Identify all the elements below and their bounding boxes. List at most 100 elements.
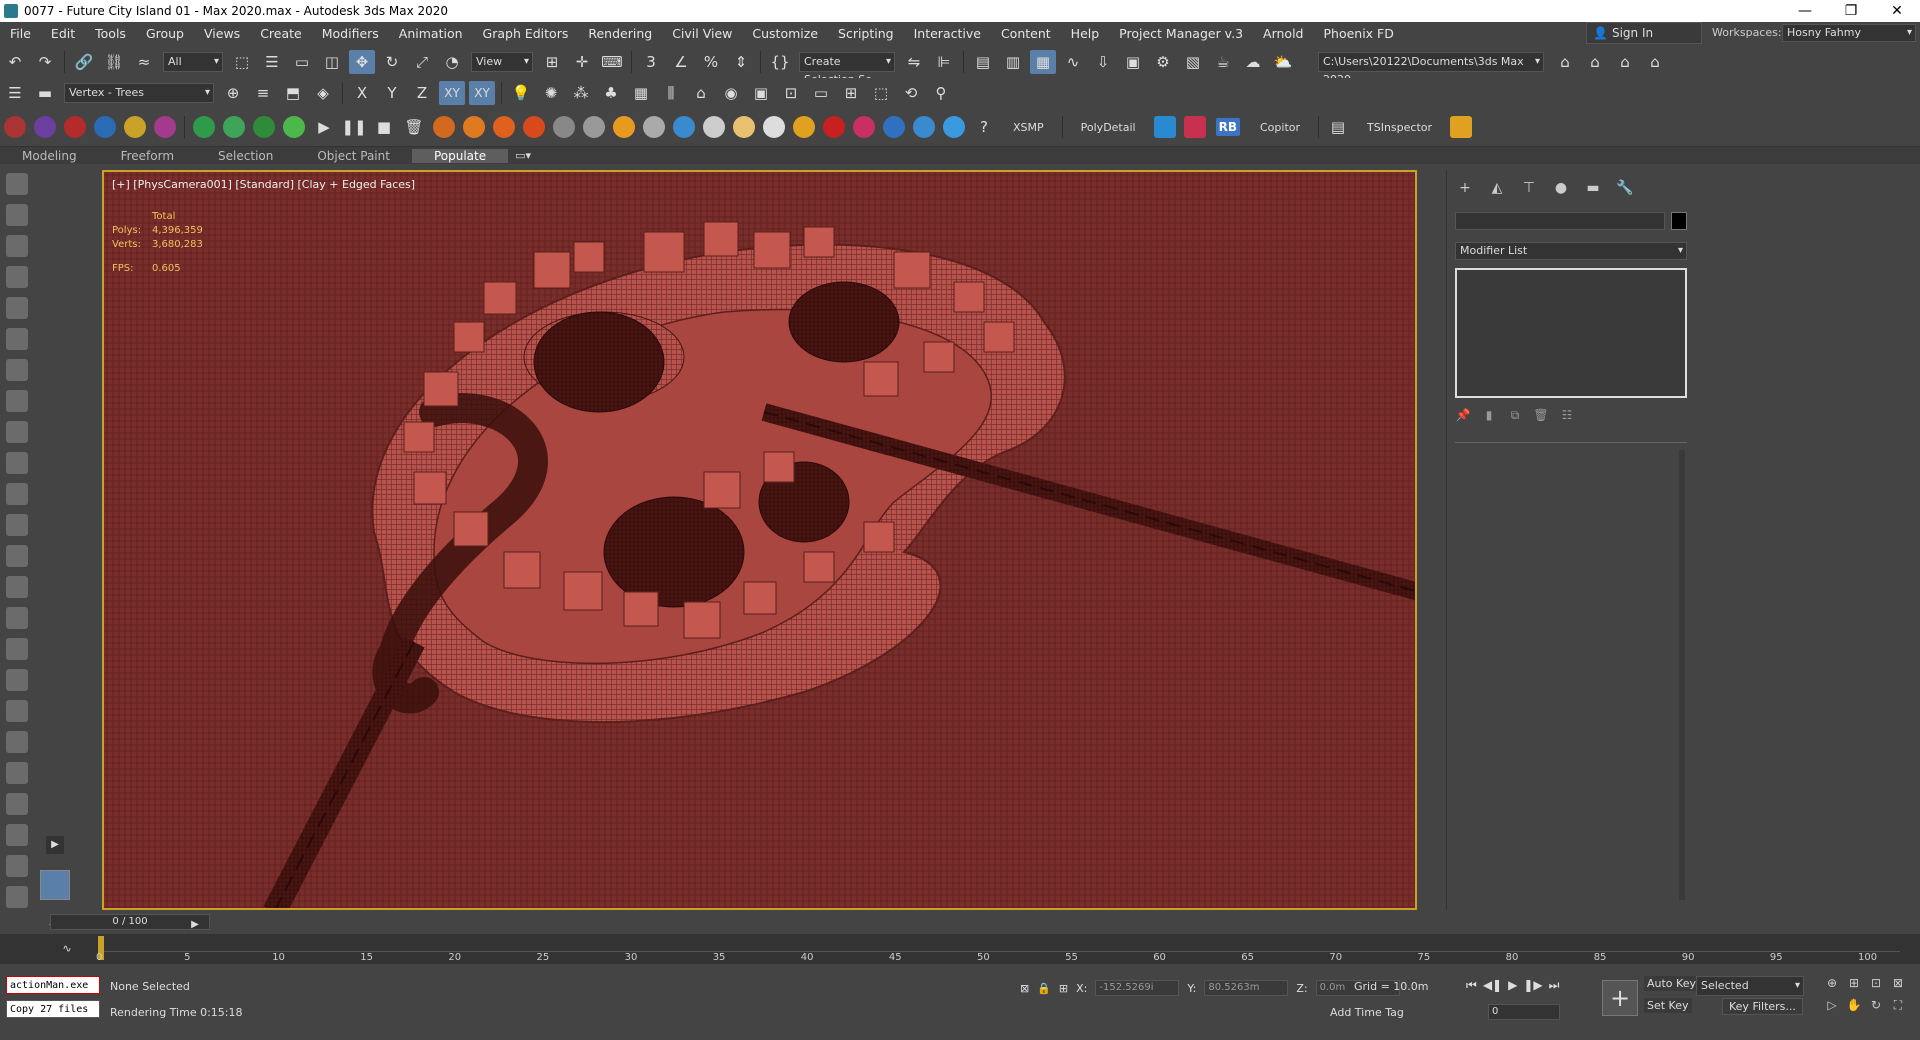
lock-selection-icon[interactable]: 🔒 [1037,982,1051,995]
fence-icon[interactable]: ⫼ [658,81,684,105]
layer-explorer-icon[interactable]: ▥ [1000,50,1026,74]
object-color-swatch[interactable] [1671,212,1687,230]
tab-populate[interactable]: Populate [411,148,509,163]
plugin-arrow-icon[interactable] [223,116,245,138]
ribbon-options-icon[interactable]: ▭▾ [510,144,536,168]
menu-file[interactable]: File [0,26,41,41]
spacewarp-icon[interactable] [6,669,28,691]
hierarchy-tab-icon[interactable]: ⊤ [1519,180,1539,200]
maximize-viewport-icon[interactable]: ⛶ [1890,998,1906,1014]
place-icon[interactable]: ◔ [439,50,465,74]
polydetail-button[interactable]: PolyDetail [1067,121,1150,134]
move-icon[interactable]: ✥ [349,50,375,74]
plugin-gizmo-icon[interactable] [193,116,215,138]
magnet-icon[interactable] [6,390,28,412]
set-key-button[interactable]: Set Key [1644,998,1692,1013]
spinner-snap-icon[interactable]: ⇕ [728,50,754,74]
minimize-button[interactable]: — [1782,0,1828,22]
torus-icon[interactable] [6,514,28,536]
teapot-icon[interactable] [6,173,28,195]
fire-voxel-icon[interactable] [523,116,545,138]
wave-icon[interactable] [913,116,935,138]
rendered-frame-icon[interactable]: ▧ [1180,50,1206,74]
menu-animation[interactable]: Animation [389,26,473,41]
globe-icon[interactable] [6,731,28,753]
settings-strip-icon[interactable] [6,824,28,846]
fire-sim-icon[interactable] [433,116,455,138]
hand-icon[interactable] [6,762,28,784]
select-by-name-icon[interactable]: ☰ [259,50,285,74]
menu-help[interactable]: Help [1061,26,1110,41]
menu-arnold[interactable]: Arnold [1253,26,1313,41]
light-icon[interactable]: 💡 [508,81,534,105]
light-strip-icon[interactable] [6,576,28,598]
time-slider[interactable]: 0 / 100 [50,914,210,930]
bulb-icon[interactable]: ⚲ [928,81,954,105]
project-folder-icon[interactable]: ⌂ [1552,50,1578,74]
axis-y-button[interactable]: Y [379,81,405,105]
modifier-stack[interactable] [1455,268,1687,398]
tsinspector-icon[interactable]: ▤ [1325,115,1351,139]
tab-selection[interactable]: Selection [196,149,295,163]
xsmp-button[interactable]: XSMP [999,121,1058,134]
tab-modeling[interactable]: Modeling [0,149,99,163]
panel-scrollbar[interactable] [1679,450,1685,900]
tab-object-paint[interactable]: Object Paint [295,149,412,163]
viewport-layout-button[interactable] [40,870,70,900]
project-path-dropdown[interactable]: C:\Users\20122\Documents\3ds Max 2020 [1318,52,1544,86]
zoom-icon[interactable]: ⊕ [1824,976,1840,992]
plugin-grid-icon[interactable] [253,116,275,138]
fov-icon[interactable]: ▷ [1824,998,1840,1014]
configure-sets-icon[interactable]: ☷ [1559,408,1575,424]
redo-icon[interactable]: ↷ [32,50,58,74]
menu-content[interactable]: Content [991,26,1061,41]
axis-x-button[interactable]: X [349,81,375,105]
modifier-list-dropdown[interactable]: Modifier List [1455,242,1687,260]
zoom-all-icon[interactable]: ⊞ [1846,976,1862,992]
pan-icon[interactable]: ✋ [1846,998,1862,1014]
layer-stack-icon[interactable]: ≡ [250,81,276,105]
select-manipulate-icon[interactable]: ✛ [569,50,595,74]
play-icon[interactable]: ▶ [311,115,337,139]
menu-views[interactable]: Views [194,26,250,41]
window-crossing-icon[interactable]: ◫ [319,50,345,74]
render-iterative-icon[interactable]: ☁ [1240,50,1266,74]
copitor-button[interactable]: Copitor [1246,121,1314,134]
cup-icon[interactable] [733,116,755,138]
make-unique-icon[interactable]: ⧉ [1507,408,1523,424]
menu-scripting[interactable]: Scripting [828,26,904,41]
bowl-icon[interactable] [763,116,785,138]
pause-icon[interactable]: ❚❚ [341,115,367,139]
curve-editor-icon[interactable]: ∿ [1060,50,1086,74]
cube-plugin-icon[interactable] [1153,116,1176,138]
auto-key-button[interactable]: Auto Key [1644,976,1699,991]
menu-project-manager[interactable]: Project Manager v.3 [1109,26,1253,41]
swirl-icon[interactable] [883,116,905,138]
trackbar[interactable]: ∿ 0 5 10 15 20 25 30 35 40 45 50 55 60 65 70 75 80 85 90 95… [0,934,1920,964]
project-new-icon[interactable]: ⌂ [1612,50,1638,74]
axis-xy-alt-button[interactable]: XY [469,81,495,105]
x-coordinate-field[interactable]: -152.5269i [1095,980,1180,996]
display-tab-icon[interactable]: ▬ [1583,180,1603,200]
next-key-icon[interactable]: ❚▶ [1523,978,1542,993]
bind-spacewarp-icon[interactable]: ≈ [131,50,157,74]
key-filters-button[interactable]: Key Filters... [1722,998,1803,1015]
remove-modifier-icon[interactable]: 🗑 [1533,408,1549,424]
camera-viewport[interactable]: [+] [PhysCamera001] [Standard] [Clay + E… [102,170,1417,910]
undo-icon[interactable]: ↶ [2,50,28,74]
tsinspector-button[interactable]: TSInspector [1353,121,1446,134]
crop-icon[interactable]: ⊡ [778,81,804,105]
plugin-atom-icon[interactable] [124,116,146,138]
sign-in-button[interactable]: 👤 Sign In [1586,22,1702,44]
sphere-icon[interactable] [6,483,28,505]
menu-interactive[interactable]: Interactive [904,26,991,41]
utility-plugin-icon[interactable] [1450,116,1473,138]
axis-xy-button[interactable]: XY [439,81,465,105]
render-production-icon[interactable]: ☕ [1210,50,1236,74]
select-object-icon[interactable]: ⬚ [229,50,255,74]
named-selection-icon[interactable]: {} [767,50,793,74]
keyboard-shortcut-icon[interactable]: ⌨ [599,50,625,74]
paint-icon[interactable] [6,359,28,381]
record-icon[interactable] [823,116,845,138]
named-selection-dropdown[interactable]: Create Selection Se [799,52,895,86]
